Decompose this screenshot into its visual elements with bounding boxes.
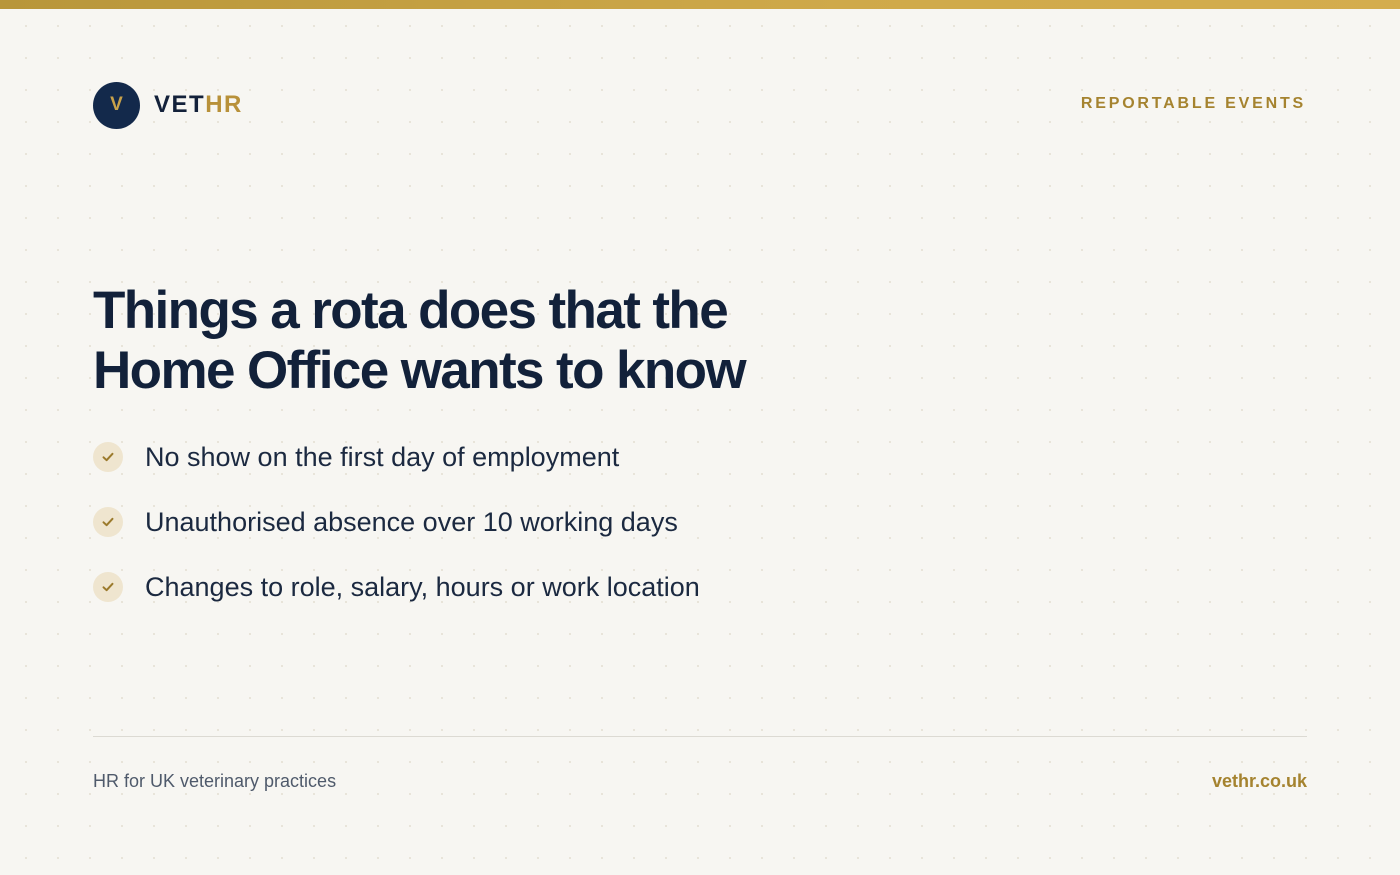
check-icon: [93, 442, 123, 472]
footer-divider: [93, 736, 1307, 737]
page-title-line-1: Things a rota does that the: [93, 281, 729, 340]
list-item-text: Unauthorised absence over 10 working day…: [145, 506, 678, 537]
check-icon-glyph: [102, 452, 114, 462]
check-icon-glyph: [102, 582, 114, 592]
reportable-events-list: No show on the first day of employment U…: [93, 439, 700, 634]
list-item: Unauthorised absence over 10 working day…: [93, 504, 700, 540]
list-item-text: Changes to role, salary, hours or work l…: [145, 571, 700, 602]
list-item: No show on the first day of employment: [93, 439, 700, 475]
top-accent-bar: [0, 0, 1400, 9]
brand-name: VETHR: [154, 91, 243, 119]
list-item: Changes to role, salary, hours or work l…: [93, 569, 700, 605]
page-title: Things a rota does that the Home Office …: [93, 281, 813, 401]
brand-name-accent: HR: [205, 91, 243, 118]
check-icon: [93, 572, 123, 602]
page-title-line-2: Home Office wants to know: [93, 341, 747, 400]
check-icon: [93, 507, 123, 537]
list-item-text: No show on the first day of employment: [145, 441, 620, 472]
footer-website-link[interactable]: vethr.co.uk: [1212, 771, 1307, 792]
logo-mark: V: [93, 81, 140, 129]
footer-tagline: HR for UK veterinary practices: [93, 771, 337, 791]
logo-letter: V: [110, 94, 123, 115]
brand-logo[interactable]: V VETHR: [93, 81, 243, 129]
brand-name-primary: VET: [154, 91, 206, 118]
check-icon-glyph: [102, 517, 114, 527]
section-label: REPORTABLE EVENTS: [1080, 95, 1306, 112]
